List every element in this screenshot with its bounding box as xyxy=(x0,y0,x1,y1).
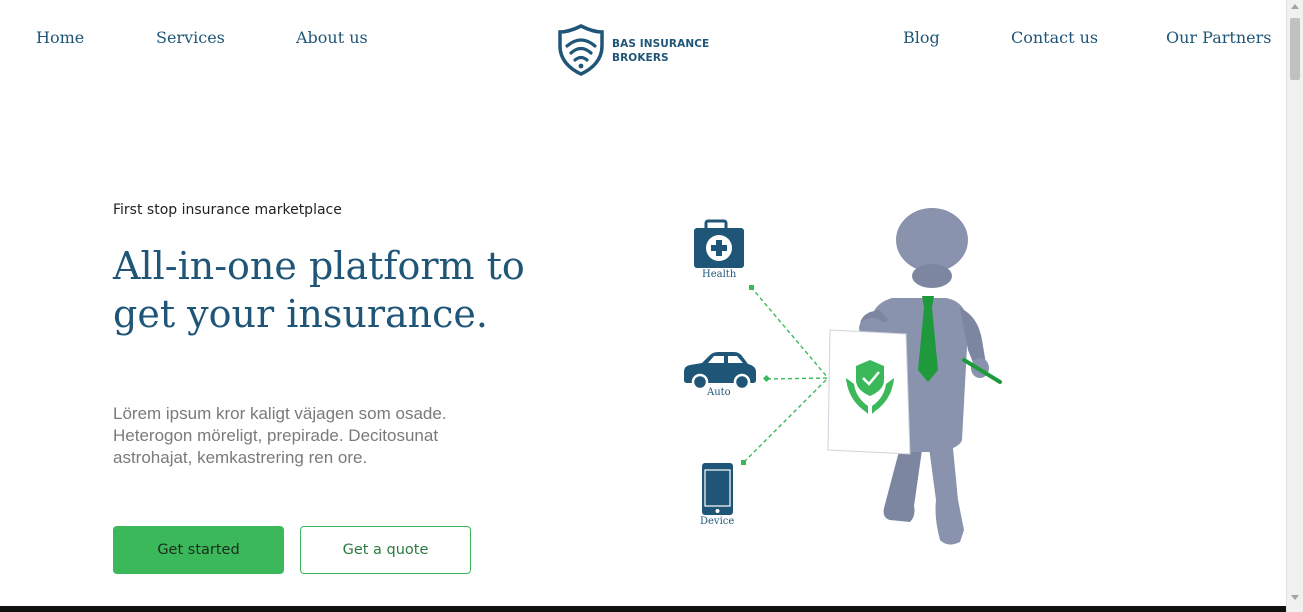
device-label: Device xyxy=(700,516,735,527)
connector-dot xyxy=(762,374,771,383)
health-label: Health xyxy=(702,269,737,280)
shield-wifi-icon xyxy=(558,24,604,76)
brand-name: BAS INSURANCE BROKERS xyxy=(612,37,709,65)
nav-contact-link[interactable]: Contact us xyxy=(1011,28,1098,47)
hero-eyebrow: First stop insurance marketplace xyxy=(113,202,342,218)
nav-home-link[interactable]: Home xyxy=(36,28,84,47)
medical-kit-icon xyxy=(694,219,744,268)
hero-illustration: Health Auto Device xyxy=(670,200,1030,560)
presenter-figure xyxy=(827,208,1002,545)
scroll-down-arrow-icon[interactable] xyxy=(1291,595,1299,600)
brand-name-line1: BAS INSURANCE xyxy=(612,38,710,50)
scroll-thumb[interactable] xyxy=(1290,18,1300,80)
nav-services-link[interactable]: Services xyxy=(156,28,225,47)
scroll-up-arrow-icon[interactable] xyxy=(1291,4,1299,9)
nav-partners-link[interactable]: Our Partners xyxy=(1166,28,1271,47)
hero-headline: All-in-one platform to get your insuranc… xyxy=(113,244,525,336)
bottom-edge-bar xyxy=(0,606,1286,612)
car-icon xyxy=(684,352,756,391)
phone-icon xyxy=(702,463,733,515)
auto-label: Auto xyxy=(707,387,731,398)
get-started-button[interactable]: Get started xyxy=(113,526,284,574)
page-scrollbar[interactable] xyxy=(1286,0,1303,612)
connector-dot xyxy=(741,460,746,465)
hero-lead: Lörem ipsum kror kaligt väjagen som osad… xyxy=(113,404,447,467)
illustration-canvas xyxy=(684,208,1002,545)
brand-logo[interactable]: BAS INSURANCE BROKERS xyxy=(558,24,709,78)
connector-dot xyxy=(749,285,754,290)
connector-lines xyxy=(743,286,829,463)
brand-name-line2: BROKERS xyxy=(612,52,669,64)
get-quote-button[interactable]: Get a quote xyxy=(300,526,471,574)
nav-blog-link[interactable]: Blog xyxy=(903,28,940,47)
nav-about-link[interactable]: About us xyxy=(296,28,368,47)
